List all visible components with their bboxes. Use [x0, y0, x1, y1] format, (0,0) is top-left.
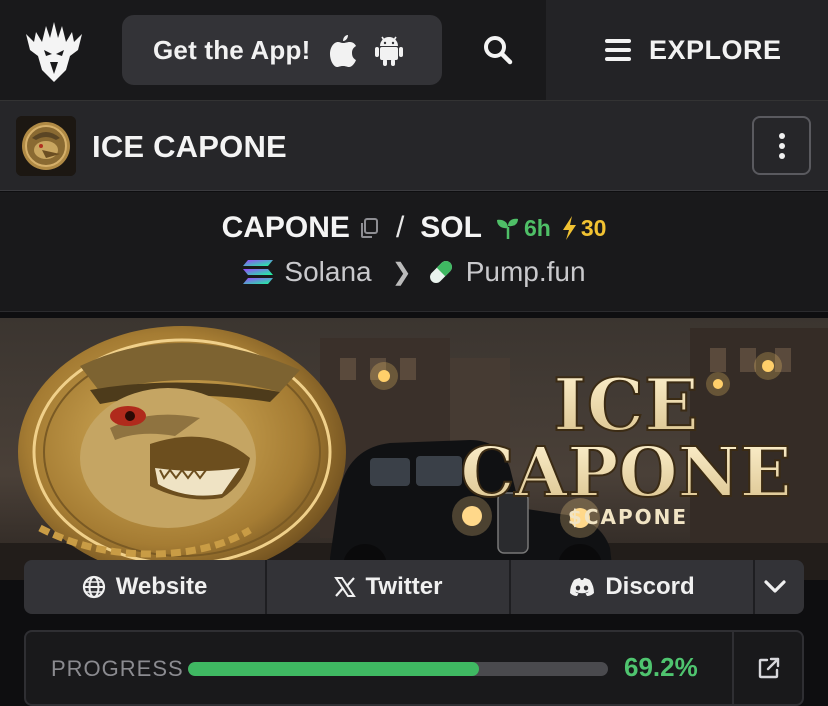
- pill-icon: [429, 261, 452, 283]
- discord-label: Discord: [605, 573, 695, 600]
- pair-separator: /: [395, 211, 405, 244]
- android-icon: [375, 36, 404, 66]
- hamburger-menu-icon: [605, 39, 631, 61]
- progress-label: PROGRESS: [51, 656, 184, 681]
- base-token-symbol: CAPONE: [221, 211, 350, 244]
- twitter-button[interactable]: Twitter: [267, 560, 511, 614]
- globe-icon: [82, 575, 105, 599]
- more-options-button[interactable]: [752, 116, 811, 175]
- token-header: ICE CAPONE: [0, 100, 828, 191]
- x-logo-icon: [333, 577, 356, 597]
- seedling-icon: [496, 218, 518, 239]
- token-banner-image: ICE CAPONE $CAPONE: [0, 318, 828, 580]
- get-app-button[interactable]: Get the App!: [122, 15, 442, 85]
- explore-button[interactable]: EXPLORE: [546, 0, 828, 100]
- eagle-logo-icon[interactable]: [24, 20, 84, 84]
- apple-icon: [330, 35, 357, 67]
- boost-badge[interactable]: 30: [561, 214, 607, 242]
- pair-info: CAPONE / SOL 6h 30 Solana ❯ Pump.fun: [0, 192, 828, 312]
- chevron-down-icon: [763, 580, 786, 593]
- pair-age: 6h: [496, 215, 551, 242]
- bonding-progress: PROGRESS 69.2%: [24, 630, 804, 706]
- token-avatar: [16, 116, 76, 176]
- chevron-right-icon: ❯: [391, 258, 412, 286]
- progress-bar-fill: [188, 662, 479, 676]
- external-link-icon: [758, 657, 780, 679]
- quote-token-symbol: SOL: [420, 211, 482, 244]
- twitter-label: Twitter: [365, 573, 443, 600]
- website-label: Website: [115, 573, 208, 600]
- banner-title-line2: CAPONE: [460, 433, 791, 513]
- explore-label: EXPLORE: [649, 34, 782, 65]
- more-vertical-icon: [778, 132, 785, 139]
- social-links: Website Twitter Discord: [24, 560, 804, 614]
- top-navbar: Get the App! EXPLORE: [0, 0, 828, 100]
- website-button[interactable]: Website: [24, 560, 267, 614]
- discord-icon: [570, 578, 595, 596]
- pair-line: CAPONE / SOL 6h 30: [0, 208, 828, 248]
- banner-ticker: $CAPONE: [568, 505, 688, 529]
- progress-bar: [188, 662, 608, 676]
- token-name: ICE CAPONE: [92, 129, 287, 164]
- boost-count: 30: [580, 214, 607, 241]
- discord-button[interactable]: Discord: [511, 560, 755, 614]
- search-icon: [483, 36, 512, 65]
- open-external-button[interactable]: [732, 632, 804, 704]
- progress-value: 69.2%: [624, 652, 698, 682]
- pair-age-value: 6h: [523, 214, 551, 241]
- dex-name[interactable]: Pump.fun: [466, 256, 586, 288]
- search-button[interactable]: [475, 30, 520, 70]
- more-socials-button[interactable]: [755, 560, 804, 614]
- chain-name[interactable]: Solana: [284, 256, 371, 288]
- lightning-icon: [562, 216, 576, 240]
- solana-icon: [243, 260, 274, 284]
- copy-icon[interactable]: [358, 217, 380, 239]
- get-app-label: Get the App!: [153, 34, 311, 65]
- chain-breadcrumb: Solana ❯ Pump.fun: [0, 252, 828, 292]
